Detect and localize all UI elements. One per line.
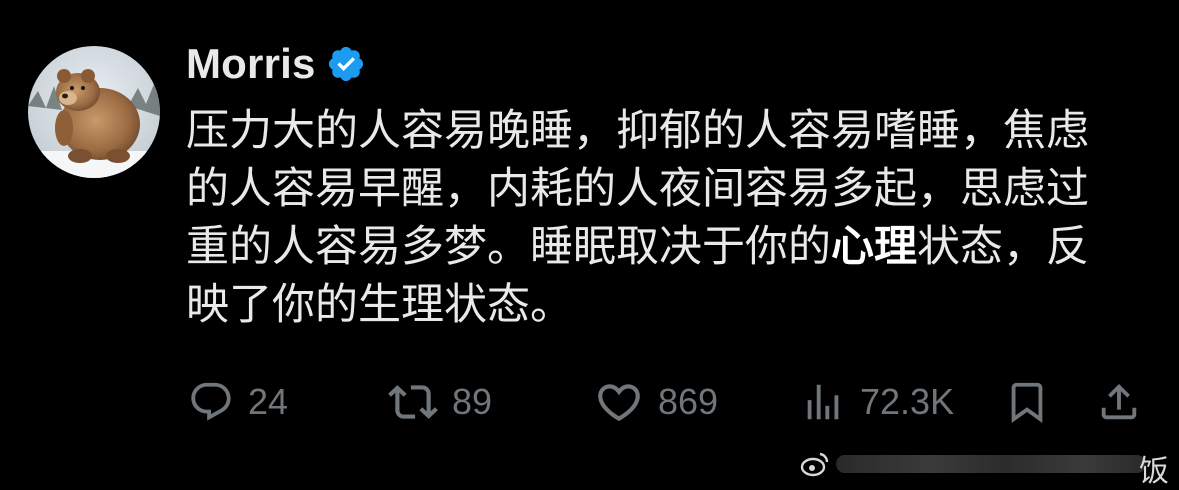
speech-bubble-icon (191, 382, 231, 421)
bookmark-button[interactable] (1004, 374, 1050, 430)
views-button[interactable]: 72.3K (800, 374, 954, 430)
repost-button[interactable]: 89 (388, 374, 492, 430)
views-count: 72.3K (860, 381, 955, 422)
reply-button[interactable]: 24 (188, 374, 288, 430)
heart-icon (598, 384, 640, 422)
share-upload-icon (1101, 383, 1137, 420)
weibo-watermark: 饭 (800, 444, 1179, 489)
tweet-line-3: 重的人容易多梦。睡眠取决于你的心理状态，反 (186, 218, 1146, 276)
reply-count: 24 (248, 381, 289, 422)
bar-chart-icon (807, 384, 839, 420)
weibo-logo-icon (800, 452, 829, 477)
share-button[interactable] (1096, 374, 1142, 430)
tweet-text: 压力大的人容易晚睡，抑郁的人容易嗜睡，焦虑 的人容易早醒，内耗的人夜间容易多起，… (186, 102, 1146, 334)
verified-badge-icon (326, 44, 366, 84)
tweet-line-2: 的人容易早醒，内耗的人夜间容易多起，思虑过 (186, 164, 1089, 214)
tweet-line-4: 映了你的生理状态。 (186, 280, 573, 330)
tweet-header: Morris (186, 38, 366, 90)
bookmark-icon (1011, 382, 1043, 423)
repost-count: 89 (452, 381, 493, 422)
tweet-line-1: 压力大的人容易晚睡，抑郁的人容易嗜睡，焦虑 (186, 106, 1089, 156)
watermark-blurred-handle (836, 455, 1146, 473)
tweet-line-3-start: 重的人容易多梦。睡眠取决于你的 (186, 222, 831, 272)
tweet-bold-word: 心理 (831, 222, 917, 272)
author-name[interactable]: Morris (186, 40, 316, 88)
like-count: 869 (658, 381, 719, 422)
tweet-line-3-end: 状态，反 (917, 222, 1089, 272)
avatar[interactable] (28, 46, 160, 178)
tweet-action-bar: 24 89 869 72.3K (186, 374, 1146, 430)
like-button[interactable]: 869 (594, 374, 718, 430)
bear-avatar-image (28, 46, 160, 178)
watermark-char: 饭 (1139, 454, 1169, 489)
repost-arrows-icon (388, 385, 438, 419)
